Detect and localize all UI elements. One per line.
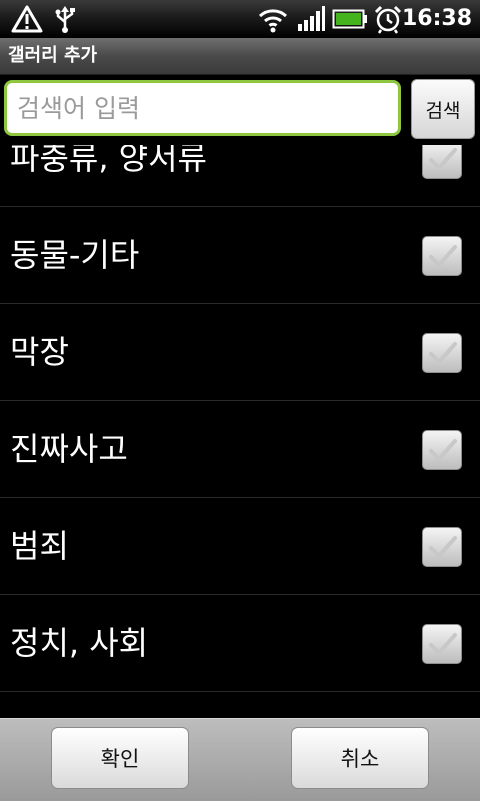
list-item-label: 범죄 <box>10 527 69 565</box>
list-item-label: 파충류, 양서류 <box>10 145 207 177</box>
alarm-icon <box>373 4 403 34</box>
list-item-checkbox[interactable] <box>422 430 462 470</box>
list-item[interactable]: 동물-기타 <box>0 207 480 304</box>
status-bar: 16:38 <box>0 0 480 38</box>
cancel-button[interactable]: 취소 <box>291 727 429 789</box>
title-bar: 갤러리 추가 <box>0 38 480 75</box>
check-icon <box>429 245 457 267</box>
signal-icon <box>296 4 326 34</box>
list-item-label: 진짜사고 <box>10 430 128 468</box>
bottom-action-bar: 확인 취소 <box>0 718 480 801</box>
list-item-label: 막장 <box>10 333 69 371</box>
list-item-checkbox[interactable] <box>422 624 462 664</box>
list-item[interactable]: 진짜사고 <box>0 401 480 498</box>
list-item-label: 정치, 사회 <box>10 624 149 662</box>
check-icon <box>429 536 457 558</box>
list-item[interactable]: 정치, 사회 <box>0 595 480 692</box>
check-icon <box>429 148 457 170</box>
list-item-checkbox[interactable] <box>422 145 462 179</box>
list-item-label: 동물-기타 <box>10 236 140 274</box>
list-item-checkbox[interactable] <box>422 527 462 567</box>
list-item[interactable]: 파충류, 양서류 <box>0 145 480 207</box>
gallery-list-content: 파충류, 양서류 동물-기타 막장 진짜사고 범죄 정치, 사회 <box>0 145 480 692</box>
wifi-icon <box>257 4 289 34</box>
search-input[interactable] <box>4 80 401 136</box>
list-item-checkbox[interactable] <box>422 333 462 373</box>
list-item[interactable]: 막장 <box>0 304 480 401</box>
search-button[interactable]: 검색 <box>411 79 475 139</box>
check-icon <box>429 633 457 655</box>
alert-icon <box>10 4 44 34</box>
confirm-button[interactable]: 확인 <box>51 727 189 789</box>
clock-time: 16:38 <box>401 6 472 31</box>
gallery-list[interactable]: 파충류, 양서류 동물-기타 막장 진짜사고 범죄 정치, 사회 <box>0 145 480 718</box>
search-bar: 검색 <box>0 75 480 145</box>
check-icon <box>429 342 457 364</box>
list-item[interactable]: 범죄 <box>0 498 480 595</box>
usb-icon <box>52 4 78 34</box>
battery-icon <box>332 4 368 34</box>
page-title: 갤러리 추가 <box>8 45 98 66</box>
check-icon <box>429 439 457 461</box>
list-item-checkbox[interactable] <box>422 236 462 276</box>
